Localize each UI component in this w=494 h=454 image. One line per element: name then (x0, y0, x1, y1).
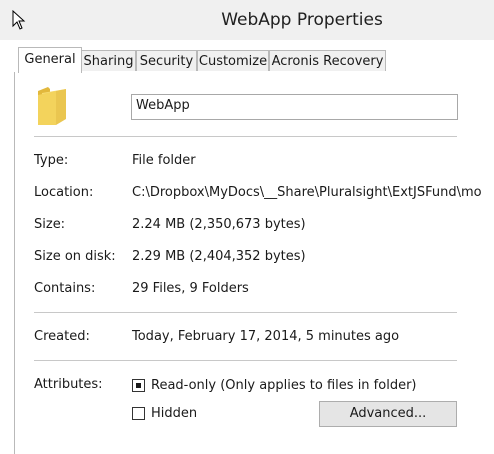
attributes-label: Attributes: (34, 377, 103, 392)
contains-label: Contains: (34, 281, 96, 296)
created-value: Today, February 17, 2014, 5 minutes ago (132, 329, 400, 344)
readonly-label[interactable]: Read-only (Only applies to files in fold… (151, 378, 416, 393)
separator (34, 312, 457, 313)
location-label: Location: (34, 185, 94, 200)
size-value: 2.24 MB (2,350,673 bytes) (132, 217, 306, 232)
folder-name-field[interactable]: WebApp (131, 94, 458, 120)
tab-security[interactable]: Security (136, 50, 197, 71)
readonly-checkbox[interactable] (132, 379, 145, 392)
title-bar[interactable]: WebApp Properties (0, 0, 494, 40)
tab-sharing[interactable]: Sharing (81, 50, 136, 71)
tab-acronis-recovery[interactable]: Acronis Recovery (269, 50, 386, 71)
tab-strip: General Sharing Security Customize Acron… (14, 47, 494, 73)
size-on-disk-value: 2.29 MB (2,404,352 bytes) (132, 249, 306, 264)
folder-icon (38, 87, 66, 125)
advanced-button[interactable]: Advanced... (319, 401, 457, 427)
location-value[interactable]: C:\Dropbox\MyDocs\__Share\Pluralsight\Ex… (132, 185, 494, 200)
created-label: Created: (34, 329, 90, 344)
type-value: File folder (132, 153, 196, 168)
contains-value: 29 Files, 9 Folders (132, 281, 249, 296)
indeterminate-mark-icon (136, 383, 141, 388)
separator (34, 136, 457, 137)
type-label: Type: (34, 153, 69, 168)
size-label: Size: (34, 217, 66, 232)
tab-general[interactable]: General (18, 47, 82, 73)
window-title: WebApp Properties (221, 10, 383, 30)
hidden-label[interactable]: Hidden (151, 406, 197, 421)
size-on-disk-label: Size on disk: (34, 249, 116, 264)
separator (34, 360, 457, 361)
tab-customize[interactable]: Customize (197, 50, 269, 71)
hidden-checkbox[interactable] (132, 407, 145, 420)
